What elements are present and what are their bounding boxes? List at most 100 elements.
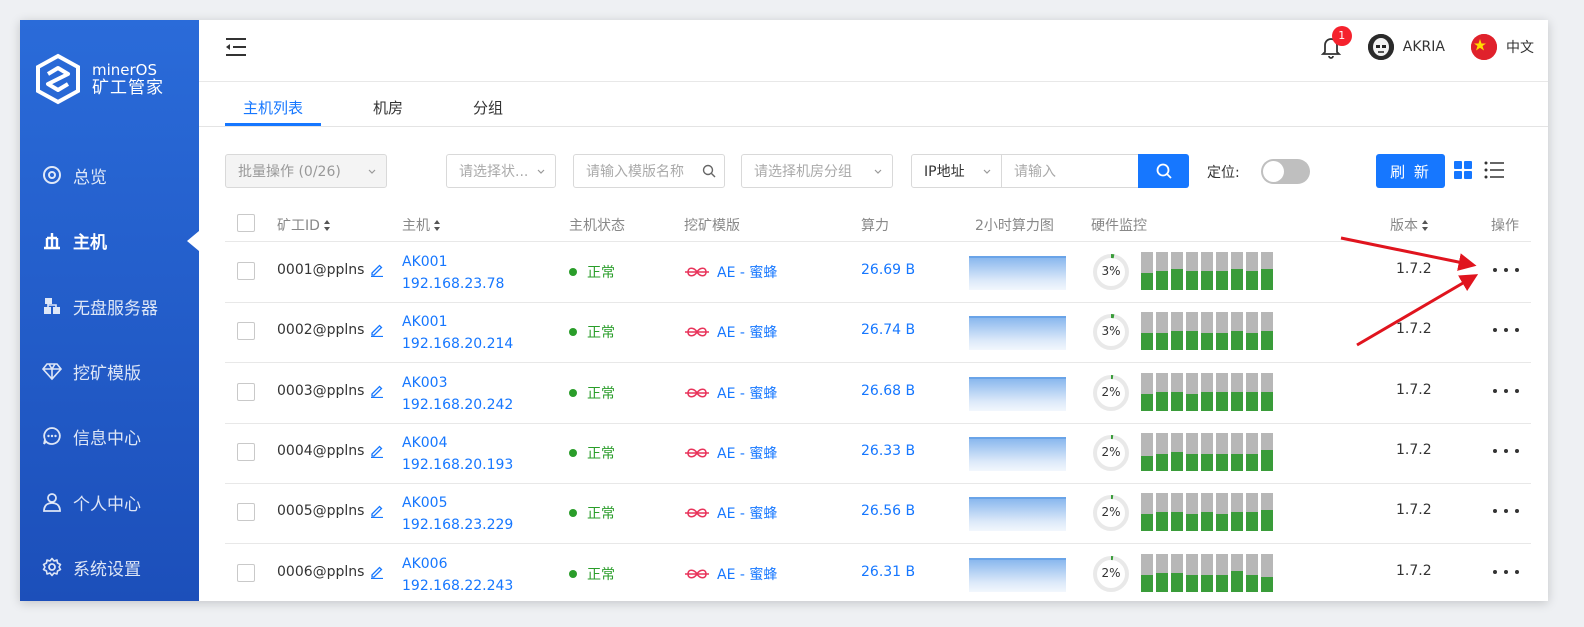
tab-machine-room[interactable]: 机房 (373, 97, 403, 118)
host-link[interactable]: AK004 192.168.20.193 (402, 432, 513, 476)
template-link[interactable]: AE - 蜜蜂 (684, 322, 777, 342)
version-value: 1.7.2 (1396, 261, 1432, 277)
host-link[interactable]: AK003 192.168.20.242 (402, 372, 513, 416)
edit-icon[interactable] (370, 323, 384, 337)
miner-id: 0001@pplns (277, 262, 365, 278)
batch-operation-dropdown[interactable]: 批量操作 (0/26) (225, 154, 387, 188)
template-link[interactable]: AE - 蜜蜂 (684, 564, 777, 584)
avatar[interactable] (1367, 34, 1394, 60)
host-link[interactable]: AK006 192.168.22.243 (402, 553, 513, 597)
gpu-bar (1246, 312, 1258, 350)
china-flag-icon[interactable] (1471, 34, 1497, 60)
sidebar-item-overview[interactable]: 总览 (20, 155, 199, 195)
column-header-label: 2小时算力图 (975, 218, 1054, 234)
edit-icon[interactable] (370, 444, 384, 458)
select-all-checkbox[interactable] (237, 214, 255, 232)
usage-percent: 2% (1101, 385, 1121, 399)
gpu-bar (1261, 373, 1273, 411)
dashboard-icon (43, 166, 61, 184)
hashrate-sparkline[interactable] (969, 437, 1066, 471)
gpu-bar (1186, 373, 1198, 411)
gpu-bar (1231, 312, 1243, 350)
column-header-ops: 操作 (1491, 215, 1519, 235)
row-checkbox[interactable] (237, 322, 255, 340)
host-ip: 192.168.20.214 (402, 336, 514, 352)
row-checkbox[interactable] (237, 564, 255, 582)
notification-bell[interactable]: 1 (1320, 26, 1352, 59)
list-view-icon[interactable] (1484, 161, 1504, 179)
more-actions-button[interactable] (1493, 260, 1519, 280)
gpu-bar (1246, 433, 1258, 471)
column-header-hardware: 硬件监控 (1091, 215, 1147, 235)
machine-room-group-select[interactable]: 请选择机房分组 (741, 154, 893, 188)
ip-input[interactable]: 请输入 (1001, 154, 1139, 188)
edit-icon[interactable] (370, 263, 384, 277)
hashrate-sparkline[interactable] (969, 558, 1066, 592)
more-actions-button[interactable] (1493, 441, 1519, 461)
tab-group[interactable]: 分组 (473, 97, 503, 118)
tab-host-list[interactable]: 主机列表 (243, 97, 303, 118)
gpu-bar (1201, 554, 1213, 592)
gpu-bars (1141, 373, 1276, 411)
refresh-button[interactable]: 刷 新 (1376, 154, 1445, 188)
menu-fold-icon[interactable] (225, 37, 247, 57)
gpu-bar (1141, 373, 1153, 411)
row-checkbox[interactable] (237, 383, 255, 401)
more-actions-button[interactable] (1493, 381, 1519, 401)
edit-icon[interactable] (370, 504, 384, 518)
edit-icon[interactable] (370, 565, 384, 579)
locate-toggle[interactable] (1261, 159, 1310, 184)
template-link[interactable]: AE - 蜜蜂 (684, 443, 777, 463)
usage-gauge: 2% (1091, 433, 1131, 473)
usage-gauge: 2% (1091, 493, 1131, 533)
more-actions-button[interactable] (1493, 320, 1519, 340)
more-actions-button[interactable] (1493, 562, 1519, 582)
status-select[interactable]: 请选择状... (446, 154, 556, 188)
language-switch[interactable]: 中文 (1506, 37, 1534, 57)
template-name-input[interactable]: 请输入模版名称 (573, 154, 725, 188)
host-link[interactable]: AK005 192.168.23.229 (402, 492, 513, 536)
status-dot (569, 449, 577, 457)
table-row: 0005@pplns AK005 192.168.23.229 正常 AE - 蜜蜂 26… (20, 483, 1548, 544)
logo: minerOS 矿工管家 (34, 53, 164, 105)
gpu-bar (1141, 312, 1153, 350)
stormtrooper-avatar-icon (1367, 34, 1394, 60)
status-badge: 正常 (569, 383, 615, 403)
usage-percent: 3% (1101, 324, 1121, 338)
miner-id: 0002@pplns (277, 322, 365, 338)
hashrate-sparkline[interactable] (969, 377, 1066, 411)
template-name: AE - 蜜蜂 (717, 386, 778, 402)
status-text: 正常 (587, 446, 615, 462)
dot (1493, 328, 1497, 332)
infinity-icon (685, 448, 709, 458)
column-header-host[interactable]: 主机 (402, 215, 441, 235)
gpu-bar (1246, 373, 1258, 411)
column-header-version[interactable]: 版本 (1390, 215, 1429, 235)
hashrate-sparkline[interactable] (969, 497, 1066, 531)
search-button[interactable] (1138, 154, 1189, 188)
host-name: AK003 (402, 375, 448, 391)
hashrate-sparkline[interactable] (969, 256, 1066, 290)
row-checkbox[interactable] (237, 443, 255, 461)
row-checkbox[interactable] (237, 503, 255, 521)
host-name: AK001 (402, 314, 448, 330)
username[interactable]: AKRIA (1403, 39, 1445, 55)
more-actions-button[interactable] (1493, 501, 1519, 521)
gpu-bar (1156, 373, 1168, 411)
ip-type-select[interactable]: IP地址 (911, 154, 1002, 188)
gpu-bar (1216, 493, 1228, 531)
host-link[interactable]: AK001 192.168.23.78 (402, 251, 504, 295)
gpu-bar (1171, 373, 1183, 411)
gpu-bar (1201, 252, 1213, 290)
template-link[interactable]: AE - 蜜蜂 (684, 503, 777, 523)
edit-icon[interactable] (370, 384, 384, 398)
template-link[interactable]: AE - 蜜蜂 (684, 262, 777, 282)
column-header-miner-id[interactable]: 矿工ID (277, 215, 331, 235)
gpu-bar (1141, 493, 1153, 531)
row-checkbox[interactable] (237, 262, 255, 280)
template-link[interactable]: AE - 蜜蜂 (684, 383, 777, 403)
hashrate-sparkline[interactable] (969, 316, 1066, 350)
dot (1493, 268, 1497, 272)
grid-view-icon[interactable] (1454, 161, 1472, 179)
host-link[interactable]: AK001 192.168.20.214 (402, 311, 513, 355)
